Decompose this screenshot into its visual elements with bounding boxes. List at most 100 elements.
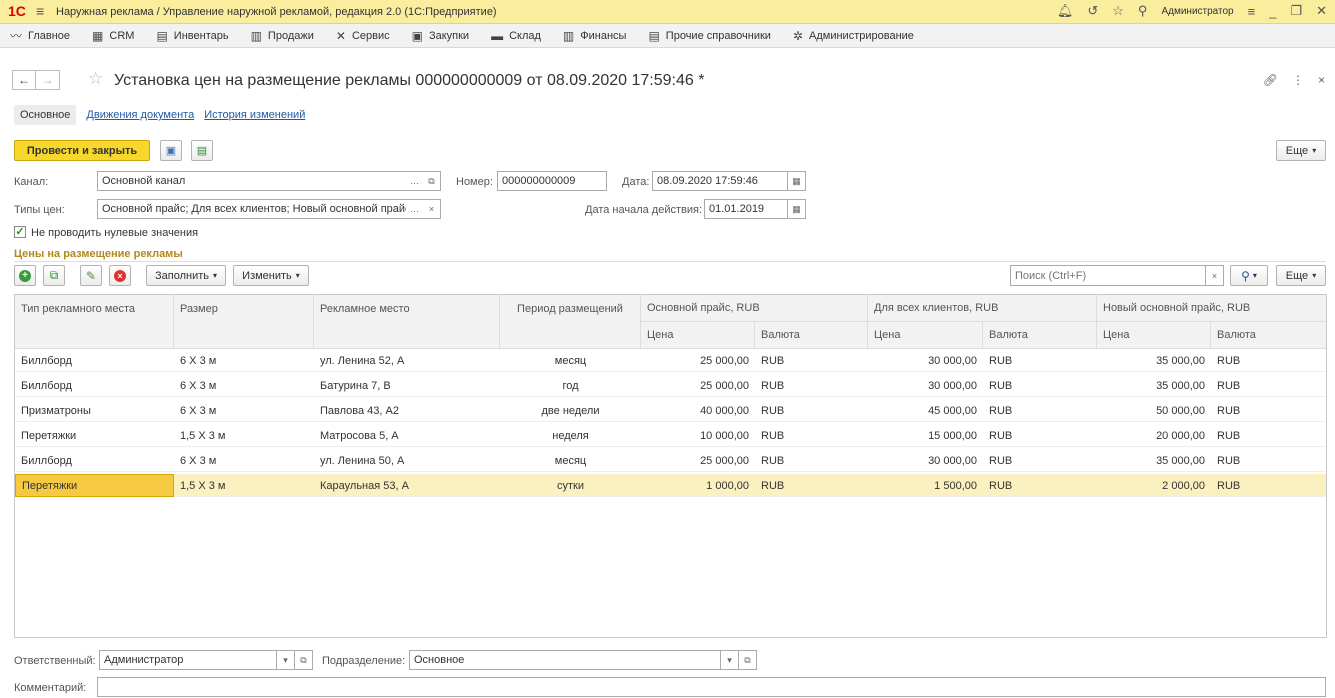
save-button[interactable]: ▣	[160, 140, 182, 161]
restore-icon[interactable]: ❐	[1290, 3, 1302, 19]
cell-c2[interactable]: RUB	[983, 349, 1097, 372]
cell-p1[interactable]: 40 000,00	[641, 399, 755, 422]
cell-c3[interactable]: RUB	[1211, 349, 1326, 372]
department-field[interactable]: Основное	[409, 650, 721, 670]
forward-button[interactable]: →	[36, 70, 60, 90]
cell-period[interactable]: две недели	[500, 399, 641, 422]
price-types-select-button[interactable]: …	[406, 199, 424, 219]
date-calendar-button[interactable]: ▦	[788, 171, 806, 191]
copy-row-button[interactable]: ⧉	[43, 265, 65, 286]
menu-item-7[interactable]: ▥ Финансы	[563, 29, 627, 43]
cell-type[interactable]: Биллборд	[15, 374, 174, 397]
current-user[interactable]: Администратор	[1161, 6, 1233, 17]
cell-p2[interactable]: 30 000,00	[868, 349, 983, 372]
start-date-calendar-button[interactable]: ▦	[788, 199, 806, 219]
column-header-place[interactable]: Рекламное место	[314, 295, 500, 349]
favorites-star-icon[interactable]: ☆	[1112, 3, 1124, 19]
price-types-field[interactable]: Основной прайс; Для всех клиентов; Новый…	[97, 199, 407, 219]
channel-select-button[interactable]: …	[406, 171, 424, 191]
fill-button[interactable]: Заполнить ▾	[146, 265, 226, 286]
cell-period[interactable]: сутки	[500, 474, 641, 497]
column-header-price-3[interactable]: Цена	[1097, 322, 1211, 349]
menu-item-5[interactable]: ▣ Закупки	[412, 29, 469, 43]
menu-item-2[interactable]: ▤ Инвентарь	[156, 29, 228, 43]
search-icon[interactable]: ⚲	[1138, 3, 1148, 19]
cell-size[interactable]: 1,5 X 3 м	[174, 474, 314, 497]
menu-item-6[interactable]: ▬ Склад	[491, 29, 541, 43]
column-header-period[interactable]: Период размещений	[500, 295, 641, 349]
menu-item-3[interactable]: ▥ Продажи	[251, 29, 314, 43]
cell-p3[interactable]: 35 000,00	[1097, 349, 1211, 372]
responsible-open-button[interactable]: ⧉	[295, 650, 313, 670]
cell-size[interactable]: 6 X 3 м	[174, 449, 314, 472]
cell-period[interactable]: месяц	[500, 449, 641, 472]
cell-period[interactable]: месяц	[500, 349, 641, 372]
responsible-dropdown-button[interactable]: ▾	[277, 650, 295, 670]
cell-p3[interactable]: 35 000,00	[1097, 374, 1211, 397]
menu-item-1[interactable]: ▦ CRM	[92, 29, 134, 43]
cell-p1[interactable]: 1 000,00	[641, 474, 755, 497]
cell-c1[interactable]: RUB	[755, 374, 868, 397]
delete-row-button[interactable]: ×	[109, 265, 131, 286]
cell-period[interactable]: неделя	[500, 424, 641, 447]
history-icon[interactable]: ↺	[1087, 3, 1098, 19]
cell-c2[interactable]: RUB	[983, 399, 1097, 422]
search-clear-button[interactable]: ×	[1206, 265, 1224, 286]
table-row[interactable]: Биллборд 6 X 3 м Батурина 7, Вгод 25 000,00…	[15, 374, 1326, 397]
column-header-price-1[interactable]: Цена	[641, 322, 755, 349]
cell-c3[interactable]: RUB	[1211, 399, 1326, 422]
cell-place[interactable]: Батурина 7, В	[314, 374, 500, 397]
cell-p1[interactable]: 25 000,00	[641, 449, 755, 472]
back-button[interactable]: ←	[12, 70, 36, 90]
date-field[interactable]: 08.09.2020 17:59:46	[652, 171, 788, 191]
cell-c2[interactable]: RUB	[983, 449, 1097, 472]
column-header-currency-1[interactable]: Валюта	[755, 322, 868, 349]
cell-c3[interactable]: RUB	[1211, 474, 1326, 497]
tab-0[interactable]: Основное	[14, 105, 77, 125]
column-header-type[interactable]: Тип рекламного места	[15, 295, 174, 349]
column-header-price-2[interactable]: Цена	[868, 322, 983, 349]
price-types-clear-button[interactable]: ×	[423, 199, 441, 219]
minimize-icon[interactable]: _	[1269, 4, 1276, 19]
bell-icon[interactable]: 🔔︎	[1057, 3, 1074, 19]
cell-size[interactable]: 6 X 3 м	[174, 399, 314, 422]
cell-c2[interactable]: RUB	[983, 374, 1097, 397]
cell-place[interactable]: ул. Ленина 52, А	[314, 349, 500, 372]
responsible-field[interactable]: Администратор	[99, 650, 277, 670]
cell-p2[interactable]: 15 000,00	[868, 424, 983, 447]
cell-p3[interactable]: 2 000,00	[1097, 474, 1211, 497]
cell-p3[interactable]: 20 000,00	[1097, 424, 1211, 447]
cell-c3[interactable]: RUB	[1211, 424, 1326, 447]
channel-field[interactable]: Основной канал	[97, 171, 407, 191]
menu-item-9[interactable]: ✲ Администрирование	[793, 29, 914, 43]
cell-size[interactable]: 6 X 3 м	[174, 374, 314, 397]
cell-size[interactable]: 1,5 X 3 м	[174, 424, 314, 447]
cell-c1[interactable]: RUB	[755, 424, 868, 447]
cell-p1[interactable]: 25 000,00	[641, 374, 755, 397]
add-row-button[interactable]: +	[14, 265, 36, 286]
cell-size[interactable]: 6 X 3 м	[174, 349, 314, 372]
cell-p2[interactable]: 30 000,00	[868, 449, 983, 472]
skip-zero-values-checkbox[interactable]: ✓	[14, 226, 26, 238]
cell-p1[interactable]: 25 000,00	[641, 349, 755, 372]
table-search-input[interactable]	[1010, 265, 1206, 286]
table-row[interactable]: Перетяжки 1,5 X 3 м Караульная 53, Асутки 1…	[15, 474, 1326, 497]
add-to-favorites-icon[interactable]: ☆	[88, 69, 103, 89]
tab-2[interactable]: История изменений	[204, 109, 305, 121]
cell-c1[interactable]: RUB	[755, 399, 868, 422]
edit-row-button[interactable]: ✎	[80, 265, 102, 286]
cell-p2[interactable]: 1 500,00	[868, 474, 983, 497]
main-menu-icon[interactable]: ≡	[36, 3, 44, 19]
menu-item-0[interactable]: 〰 Главное	[10, 27, 70, 44]
cell-c3[interactable]: RUB	[1211, 449, 1326, 472]
column-header-size[interactable]: Размер	[174, 295, 314, 349]
cell-place[interactable]: ул. Ленина 50, А	[314, 449, 500, 472]
cell-type[interactable]: Биллборд	[15, 449, 174, 472]
number-field[interactable]: 000000000009	[497, 171, 607, 191]
cell-place[interactable]: Матросова 5, А	[314, 424, 500, 447]
channel-open-button[interactable]: ⧉	[423, 171, 441, 191]
department-open-button[interactable]: ⧉	[739, 650, 757, 670]
table-row[interactable]: Перетяжки 1,5 X 3 м Матросова 5, Анеделя 10…	[15, 424, 1326, 447]
tab-1[interactable]: Движения документа	[86, 109, 194, 121]
column-header-currency-2[interactable]: Валюта	[983, 322, 1097, 349]
